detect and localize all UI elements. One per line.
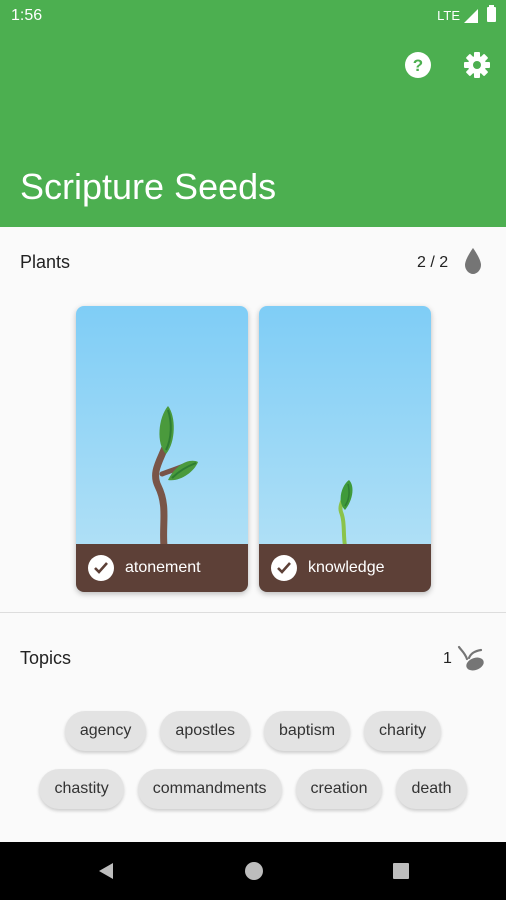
plants-count: 2 / 2 [417, 254, 449, 271]
topic-chip-creation[interactable]: creation [295, 769, 383, 809]
topic-chip-agency[interactable]: agency [64, 711, 147, 751]
topic-chip-chastity[interactable]: chastity [39, 769, 124, 809]
topics-count: 1 [443, 650, 452, 667]
plant-illustration [152, 406, 198, 546]
topic-chip-baptism[interactable]: baptism [264, 711, 351, 751]
signal-icon [464, 9, 478, 23]
card-footer: atonement [76, 544, 248, 592]
plants-label: Plants [20, 252, 71, 272]
water-drop-icon [465, 248, 481, 274]
topic-chip-charity[interactable]: charity [364, 711, 442, 751]
app-bar: ? Scripture Seeds [0, 32, 506, 227]
topic-chip-death[interactable]: death [396, 769, 467, 809]
section-divider [0, 612, 506, 613]
home-icon[interactable] [244, 861, 264, 881]
topic-chip-commandments[interactable]: commandments [137, 769, 282, 809]
recents-icon[interactable] [391, 861, 411, 881]
battery-icon [487, 5, 496, 22]
network-type: LTE [437, 8, 460, 23]
svg-text:?: ? [413, 56, 423, 75]
check-icon [88, 555, 114, 581]
topic-chips: agency apostles baptism charity chastity… [0, 711, 506, 827]
help-icon[interactable]: ? [403, 50, 433, 80]
seed-icon [457, 645, 484, 671]
page-title: Scripture Seeds [20, 166, 277, 207]
plant-card-atonement[interactable]: atonement [76, 306, 248, 592]
plant-name: knowledge [308, 559, 385, 576]
topic-chip-apostles[interactable]: apostles [160, 711, 251, 751]
topics-label: Topics [20, 648, 72, 668]
back-icon[interactable] [96, 861, 116, 881]
chip-row: agency apostles baptism charity [0, 711, 506, 751]
system-nav-bar [0, 842, 506, 900]
plant-illustration [338, 480, 353, 546]
card-footer: knowledge [259, 544, 431, 592]
check-icon [271, 555, 297, 581]
status-bar: 1:56 LTE [0, 0, 506, 32]
plant-card-knowledge[interactable]: knowledge [259, 306, 431, 592]
gear-icon[interactable] [462, 50, 492, 80]
plant-name: atonement [125, 559, 201, 576]
status-time: 1:56 [11, 7, 43, 24]
chip-row: chastity commandments creation death [0, 769, 506, 809]
